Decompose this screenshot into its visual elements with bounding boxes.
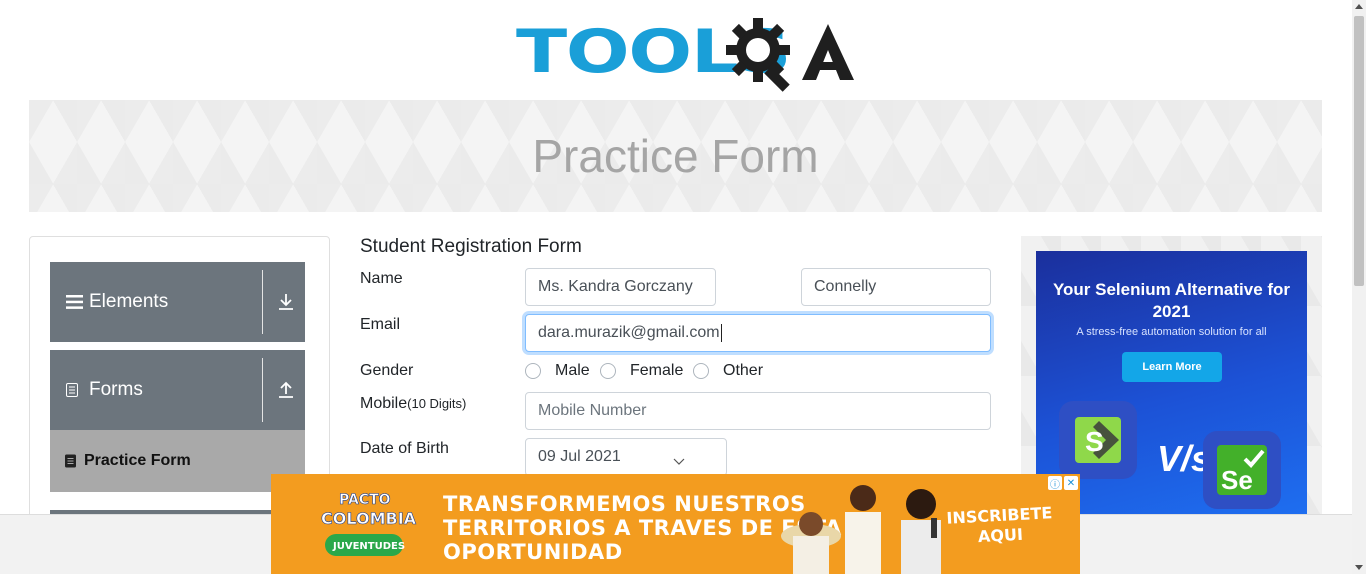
- logo-line-1: PACTO: [339, 492, 391, 508]
- gender-radio-other[interactable]: Other: [693, 362, 763, 380]
- svg-text:S: S: [1085, 426, 1104, 457]
- document-icon: [66, 383, 78, 397]
- first-name-input[interactable]: Ms. Kandra Gorczany: [525, 268, 716, 306]
- sidebar-group-label: Elements: [89, 291, 169, 312]
- upload-arrow-icon[interactable]: [278, 381, 294, 399]
- page-title: Practice Form: [532, 130, 819, 182]
- logo-line-3: JUVENTUDES: [332, 541, 405, 552]
- scrollbar-thumb[interactable]: [1354, 16, 1364, 286]
- radio-circle[interactable]: [693, 363, 709, 379]
- radio-label: Female: [630, 362, 684, 379]
- vertical-scrollbar[interactable]: [1352, 0, 1366, 574]
- page-banner: Practice Form: [29, 100, 1322, 212]
- selenium-logo-text: Se: [1221, 465, 1253, 495]
- sidebar-group-elements[interactable]: Elements: [50, 262, 305, 342]
- dob-input[interactable]: 09 Jul 2021: [525, 438, 727, 476]
- bottom-advertisement[interactable]: PACTO COLOMBIA JUVENTUDES TRANSFORMEMOS …: [271, 474, 1080, 574]
- mobile-label-text: Mobile: [360, 395, 408, 412]
- sidebar-group-label: Forms: [89, 379, 143, 400]
- ad-controls: ⓘ ✕: [1048, 476, 1078, 491]
- last-name-input[interactable]: Connelly: [801, 268, 991, 306]
- gender-radio-female[interactable]: Female: [600, 362, 683, 380]
- email-input[interactable]: dara.murazik@gmail.com: [525, 314, 991, 352]
- mobile-hint: (10 Digits): [407, 396, 467, 411]
- close-icon[interactable]: ✕: [1064, 476, 1078, 490]
- radio-label: Other: [723, 362, 764, 379]
- mobile-input[interactable]: Mobile Number: [525, 392, 991, 430]
- divider: [262, 270, 263, 334]
- ad-subtitle: A stress-free automation solution for al…: [1076, 326, 1267, 338]
- selenium-logo-icon: Se: [1203, 431, 1281, 509]
- text-caret: [720, 324, 722, 342]
- email-value: dara.murazik@gmail.com: [538, 324, 720, 341]
- s-logo-icon: S: [1059, 401, 1137, 479]
- logo-line-2: COLOMBIA: [321, 509, 417, 528]
- scroll-down-arrow-icon[interactable]: [1355, 565, 1363, 570]
- ad-info-icon[interactable]: ⓘ: [1048, 476, 1062, 491]
- form-title: Student Registration Form: [360, 236, 582, 257]
- chevron-down-icon: [673, 458, 685, 465]
- dob-label: Date of Birth: [360, 440, 449, 457]
- sidebar-item-practice-form[interactable]: Practice Form: [50, 430, 305, 492]
- page: TOOLS Practice Form Elements Forms Pract…: [0, 0, 1366, 574]
- name-label: Name: [360, 270, 403, 287]
- pacto-colombia-logo: PACTO COLOMBIA JUVENTUDES: [321, 492, 417, 556]
- radio-label: Male: [555, 362, 590, 379]
- radio-circle[interactable]: [525, 363, 541, 379]
- divider: [262, 358, 263, 422]
- email-label: Email: [360, 316, 401, 333]
- download-arrow-icon[interactable]: [278, 293, 294, 311]
- s-logo-graphic: S: [1075, 417, 1121, 463]
- ad-people-illustration: [781, 485, 941, 574]
- learn-more-button[interactable]: Learn More: [1122, 352, 1222, 382]
- gender-radio-male[interactable]: Male: [525, 362, 590, 380]
- scroll-up-arrow-icon[interactable]: [1355, 4, 1363, 9]
- toolsqa-logo[interactable]: TOOLS: [516, 14, 854, 92]
- radio-circle[interactable]: [600, 363, 616, 379]
- ad-title: Your Selenium Alternative for 2021: [1052, 280, 1291, 321]
- dob-value: 09 Jul 2021: [538, 448, 621, 465]
- logo-a-letter: [802, 24, 854, 80]
- mobile-label: Mobile(10 Digits): [360, 395, 466, 413]
- inscribete-cta[interactable]: INSCRIBETE AQUI: [946, 503, 1054, 548]
- gear-magnifier-icon: [726, 18, 790, 92]
- gender-label: Gender: [360, 362, 414, 379]
- hamburger-icon: [66, 295, 83, 309]
- form-icon: [65, 454, 76, 468]
- sidebar-group-forms[interactable]: Forms: [50, 350, 305, 430]
- selenium-logo-graphic: Se: [1217, 445, 1267, 495]
- sidebar-item-label: Practice Form: [84, 452, 191, 469]
